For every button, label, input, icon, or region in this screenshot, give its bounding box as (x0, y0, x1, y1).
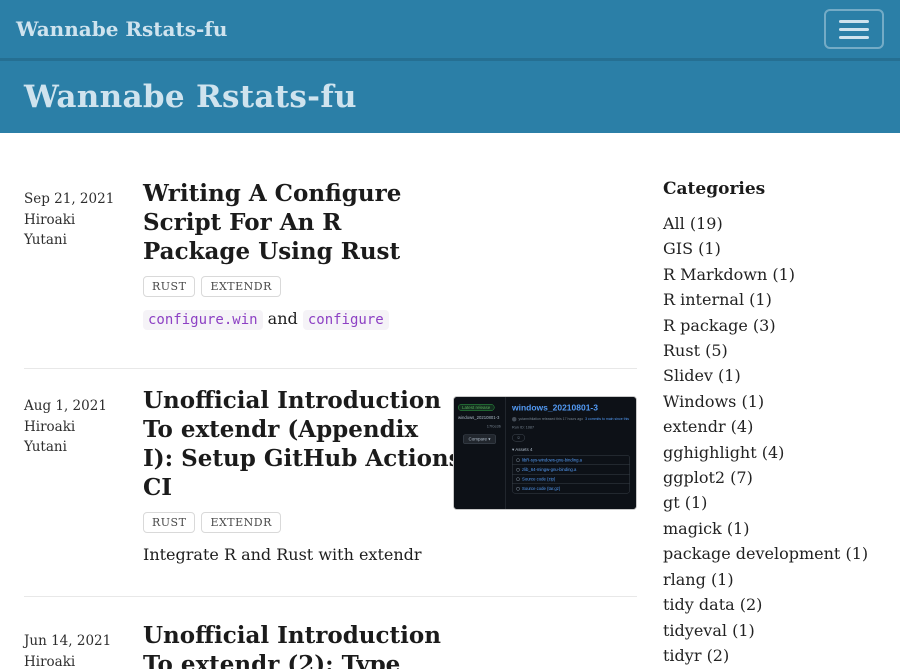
release-title: windows_20210801-3 (512, 403, 630, 413)
assets-list: libR-sys-windows-gnu-binding.azlib_64-mi… (512, 455, 630, 494)
category-link[interactable]: Windows (1) (663, 392, 764, 411)
category-list: All (19) GIS (1) R Markdown (1) R internal … (663, 211, 876, 668)
site-title: Wannabe Rstats-fu (24, 79, 357, 115)
post-title-line: Unofficial Introduction (143, 621, 637, 650)
release-tag-label: windows_20210801-3 (458, 415, 501, 420)
file-icon (517, 477, 520, 481)
category-item: ggplot2 (7) (663, 465, 876, 490)
reaction-button: ☺ (512, 434, 525, 442)
post-item-1: Sep 21, 2021 Hiroaki Yutani Writing A Co… (24, 179, 637, 369)
category-link[interactable]: R package (3) (663, 316, 776, 335)
post-meta: Jun 14, 2021 Hiroaki Yutani (24, 621, 143, 669)
site-banner: Wannabe Rstats-fu (0, 58, 900, 133)
post-date: Aug 1, 2021 (24, 396, 119, 417)
tag-extendr[interactable]: EXTENDR (201, 512, 280, 533)
post-title-line: Package Using Rust (143, 237, 637, 266)
post-date: Sep 21, 2021 (24, 189, 119, 210)
category-item: GIS (1) (663, 236, 876, 261)
category-link[interactable]: gghighlight (4) (663, 443, 784, 462)
sidebar-title: Categories (663, 179, 876, 199)
post-date: Jun 14, 2021 (24, 631, 119, 652)
navbar: Wannabe Rstats-fu (0, 0, 900, 58)
tag-rust[interactable]: RUST (143, 512, 195, 533)
post-title-line: Writing A Configure (143, 179, 637, 208)
post-author: Hiroaki Yutani (24, 210, 119, 251)
category-item: Slidev (1) (663, 363, 876, 388)
category-link[interactable]: tidyr (2) (663, 646, 729, 665)
release-sub-line: Run ID: 1087 (512, 425, 630, 430)
category-item: Rust (5) (663, 338, 876, 363)
category-item: R internal (1) (663, 287, 876, 312)
assets-header: ▾ Assets 4 (512, 447, 630, 453)
navbar-brand[interactable]: Wannabe Rstats-fu (16, 17, 227, 41)
category-link[interactable]: R Markdown (1) (663, 265, 795, 284)
category-link[interactable]: ggplot2 (7) (663, 468, 753, 487)
caret-down-icon: ▾ (512, 447, 514, 452)
category-link[interactable]: Slidev (1) (663, 366, 741, 385)
inline-code: configure.win (143, 310, 263, 330)
post-author: Hiroaki Yutani (24, 417, 119, 458)
category-link[interactable]: rlang (1) (663, 570, 734, 589)
asset-link: Source code (tar.gz) (513, 484, 630, 494)
category-link[interactable]: magick (1) (663, 519, 749, 538)
hamburger-icon (839, 20, 869, 23)
asset-link: zlib_64-mingw-gnu-binding.a (513, 465, 630, 475)
latest-release-badge: Latest release (458, 404, 494, 411)
inline-code: configure (303, 310, 389, 330)
avatar (512, 417, 517, 422)
category-item: R Markdown (1) (663, 262, 876, 287)
tag-list: RUST EXTENDR (143, 276, 637, 297)
category-link[interactable]: gt (1) (663, 493, 707, 512)
category-item: gghighlight (4) (663, 440, 876, 465)
tag-rust[interactable]: RUST (143, 276, 195, 297)
file-icon (517, 458, 520, 462)
category-item: Windows (1) (663, 389, 876, 414)
post-summary: configure.win and configure (143, 307, 637, 332)
post-author: Hiroaki Yutani (24, 652, 119, 669)
category-link[interactable]: Rust (5) (663, 341, 728, 360)
asset-link: Source code (zip) (513, 474, 630, 484)
sidebar: Categories All (19) GIS (1) R Markdown (1)… (663, 179, 876, 669)
category-item: magick (1) (663, 516, 876, 541)
post-title-link[interactable]: Unofficial IntroductionTo extendr (2): T… (143, 621, 637, 669)
post-title-line: Script For An R (143, 208, 637, 237)
compare-button: Compare ▾ (463, 435, 496, 445)
post-title-link[interactable]: Writing A ConfigureScript For An RPackag… (143, 179, 637, 266)
category-item: tidy data (2) (663, 592, 876, 617)
category-link[interactable]: tidyeval (1) (663, 621, 755, 640)
file-icon (517, 487, 520, 491)
tag-list: RUST EXTENDR (143, 512, 637, 533)
category-item: gt (1) (663, 490, 876, 515)
post-summary: Integrate R and Rust with extendr (143, 543, 637, 567)
category-link[interactable]: extendr (4) (663, 417, 753, 436)
post-thumbnail[interactable]: Latest release windows_20210801-3 17fce3… (453, 396, 637, 510)
post-list: Sep 21, 2021 Hiroaki Yutani Writing A Co… (24, 179, 637, 669)
tag-extendr[interactable]: EXTENDR (201, 276, 280, 297)
menu-toggle-button[interactable] (824, 9, 884, 49)
category-item: tidyeval (1) (663, 618, 876, 643)
post-item-2: Aug 1, 2021 Hiroaki Yutani Unofficial In… (24, 369, 637, 597)
post-meta: Aug 1, 2021 Hiroaki Yutani (24, 386, 143, 567)
category-item: R package (3) (663, 313, 876, 338)
post-meta: Sep 21, 2021 Hiroaki Yutani (24, 179, 143, 332)
category-item: extendr (4) (663, 414, 876, 439)
commit-hash: 17fce3b (487, 424, 501, 429)
asset-link: libR-sys-windows-gnu-binding.a (513, 456, 630, 465)
github-release-screenshot: Latest release windows_20210801-3 17fce3… (454, 397, 636, 510)
page-content: Sep 21, 2021 Hiroaki Yutani Writing A Co… (0, 133, 900, 669)
category-link[interactable]: R internal (1) (663, 290, 772, 309)
category-link[interactable]: GIS (1) (663, 239, 721, 258)
category-link[interactable]: All (19) (663, 214, 723, 233)
post-title-line: To extendr (2): Type (143, 650, 637, 669)
file-icon (517, 468, 520, 472)
category-link[interactable]: tidy data (2) (663, 595, 762, 614)
category-item: rlang (1) (663, 567, 876, 592)
release-meta: yutannihilation released this 17 hours a… (512, 417, 630, 422)
category-item: package development (1) (663, 541, 876, 566)
post-item-3: Jun 14, 2021 Hiroaki Yutani Unofficial I… (24, 597, 637, 669)
category-item: All (19) (663, 211, 876, 236)
category-item: tidyr (2) (663, 643, 876, 668)
category-link[interactable]: package development (1) (663, 544, 868, 563)
